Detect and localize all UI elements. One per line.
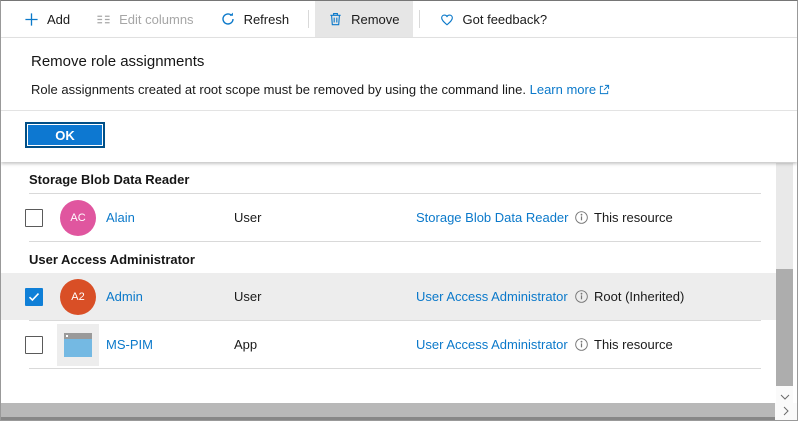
row-type: User (234, 210, 262, 225)
refresh-icon (220, 11, 236, 27)
edit-columns-button[interactable]: Edit columns (83, 1, 206, 37)
add-label: Add (47, 11, 71, 27)
toolbar-separator (418, 10, 420, 28)
row-name-link[interactable]: Alain (106, 210, 234, 225)
external-link-icon (599, 84, 610, 95)
row-type: User (234, 289, 262, 304)
table-row[interactable]: A2 Admin User User Access Administrator … (1, 273, 777, 320)
remove-label: Remove (351, 11, 400, 27)
group-header: User Access Administrator (29, 252, 195, 267)
row-role-link[interactable]: User Access Administrator (416, 289, 568, 304)
remove-role-assignments-dialog: Remove role assignments Role assignments… (1, 38, 797, 162)
horizontal-scrollbar-track[interactable] (1, 403, 775, 420)
trash-icon (328, 11, 343, 27)
refresh-button[interactable]: Refresh (207, 1, 303, 37)
row-checkbox[interactable] (25, 287, 43, 306)
dialog-message: Role assignments created at root scope m… (1, 70, 797, 97)
chevron-right-icon (783, 403, 789, 421)
dialog-title: Remove role assignments (31, 53, 205, 70)
avatar: A2 (60, 278, 96, 315)
learn-more-link[interactable]: Learn more (530, 82, 610, 97)
row-scope: This resource (594, 337, 673, 352)
vertical-scrollbar-thumb[interactable] (776, 269, 793, 386)
group-header: Storage Blob Data Reader (29, 172, 190, 187)
role-assignments-pane: Add Edit columns Refresh Remove Got feed… (0, 0, 798, 421)
remove-button[interactable]: Remove (315, 1, 413, 37)
feedback-label: Got feedback? (462, 11, 548, 27)
vertical-scrollbar[interactable] (776, 163, 793, 405)
row-name-link[interactable]: Admin (106, 289, 234, 304)
heart-icon (439, 12, 455, 27)
row-checkbox[interactable] (25, 208, 43, 227)
add-button[interactable]: Add (11, 1, 83, 37)
info-icon[interactable] (574, 289, 589, 304)
divider (29, 368, 761, 369)
plus-icon (24, 12, 39, 27)
app-window-icon (57, 323, 99, 366)
role-assignments-list: Storage Blob Data Reader AC Alain User S… (1, 162, 777, 369)
edit-columns-icon (96, 12, 111, 27)
row-role-link[interactable]: Storage Blob Data Reader (416, 210, 568, 225)
avatar: AC (60, 199, 96, 236)
dialog-divider (1, 110, 797, 111)
scroll-right-button[interactable] (775, 403, 797, 420)
row-type: App (234, 337, 258, 352)
info-icon[interactable] (574, 337, 589, 352)
info-icon[interactable] (574, 210, 589, 225)
table-row[interactable]: AC Alain User Storage Blob Data Reader T… (1, 194, 777, 241)
dialog-message-text: Role assignments created at root scope m… (31, 82, 526, 97)
row-scope: Root (Inherited) (594, 289, 685, 304)
row-name-link[interactable]: MS-PIM (106, 337, 234, 352)
feedback-button[interactable]: Got feedback? (426, 1, 561, 37)
table-row[interactable]: MS-PIM App User Access Administrator Thi… (1, 321, 777, 368)
row-checkbox[interactable] (25, 335, 43, 354)
row-role-link[interactable]: User Access Administrator (416, 337, 568, 352)
horizontal-scrollbar[interactable] (1, 403, 797, 420)
refresh-label: Refresh (243, 11, 290, 27)
toolbar-separator (308, 10, 310, 28)
edit-columns-label: Edit columns (119, 11, 194, 27)
row-scope: This resource (594, 210, 673, 225)
ok-button[interactable]: OK (25, 122, 105, 148)
toolbar: Add Edit columns Refresh Remove Got feed… (1, 1, 797, 38)
